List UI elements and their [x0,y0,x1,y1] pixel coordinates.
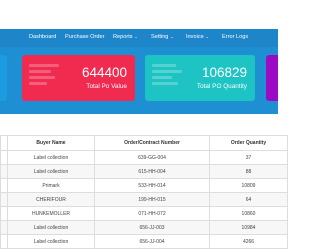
top-strip [0,0,278,29]
order-quantity-cell: 88 [209,164,288,179]
order-number-cell: 199-HH-015 [94,192,210,207]
orders-table: Buyer Name Order/Contract Number Order Q… [0,135,288,249]
buyer-name-cell: Label collection [7,150,95,165]
chevron-down-icon: ⌄ [205,34,209,39]
nav-dashboard[interactable]: Dashboard [29,34,56,40]
stat-card-partial-left [0,55,7,101]
order-quantity-cell: 10809 [209,178,288,193]
table-cell [0,192,8,207]
po-value-label: Total Po Value [86,83,127,90]
table-cell [0,164,8,179]
buyer-name-cell: HUNKEMOLLER [7,206,95,221]
column-header [0,135,8,151]
main-navbar: Dashboard Purchase Order Reports ⌄ Settin… [0,29,278,47]
chevron-down-icon: ⌄ [170,34,174,39]
column-header-order-number[interactable]: Order/Contract Number [94,135,210,151]
order-quantity-cell: 37 [209,150,288,165]
nav-invoice-label: Invoice [186,34,204,40]
stat-card-po-quantity: 106829 Total PO Quantity [145,55,255,101]
order-number-cell: 533-HH-014 [94,178,210,193]
order-number-cell: 615-HH-004 [94,164,210,179]
order-quantity-cell: 10860 [209,206,288,221]
buyer-name-cell: Label collection [7,234,95,249]
table-cell [0,206,8,221]
po-quantity-label: Total PO Quantity [196,83,247,90]
table-row[interactable]: Label collection 639-GG-004 37 [0,150,288,165]
buyer-name-cell: Label collection [7,220,95,235]
nav-reports[interactable]: Reports ⌄ [113,34,139,40]
nav-purchase-order[interactable]: Purchase Order [65,34,104,40]
column-header-order-quantity[interactable]: Order Quantity [209,135,288,151]
buyer-name-cell: Label collection [7,164,95,179]
order-number-cell: 639-GG-004 [94,150,210,165]
stat-card-partial-right [266,55,278,101]
nav-invoice[interactable]: Invoice ⌄ [186,34,210,40]
table-row[interactable]: Label collection 656-JJ-003 10984 [0,220,288,235]
po-quantity-number: 106829 [201,65,247,80]
nav-setting-label: Setting [151,34,169,40]
column-header-buyer-name[interactable]: Buyer Name [7,135,95,151]
table-cell [0,234,8,249]
table-cell [0,150,8,165]
order-quantity-cell: 64 [209,192,288,207]
table-row[interactable]: CHERIFOUR 199-HH-015 64 [0,192,288,207]
table-row[interactable]: Primark 533-HH-014 10809 [0,178,288,193]
buyer-name-cell: CHERIFOUR [7,192,95,207]
po-value-number: 644400 [81,65,127,80]
nav-setting[interactable]: Setting ⌄ [151,34,174,40]
table-cell [0,220,8,235]
stat-card-po-value: 644400 Total Po Value [22,55,135,101]
table-header-row: Buyer Name Order/Contract Number Order Q… [0,135,288,151]
table-row[interactable]: HUNKEMOLLER 071-HH-072 10860 [0,206,288,221]
orders-table-wrapper: Buyer Name Order/Contract Number Order Q… [0,135,288,249]
order-number-cell: 071-HH-072 [94,206,210,221]
chevron-down-icon: ⌄ [134,34,138,39]
order-number-cell: 656-JJ-004 [94,234,210,249]
order-quantity-cell: 10984 [209,220,288,235]
table-cell [0,178,8,193]
nav-reports-label: Reports [113,34,133,40]
table-row[interactable]: Label collection 656-JJ-004 4266 [0,234,288,249]
nav-error-logs[interactable]: Error Logs [222,34,248,40]
buyer-name-cell: Primark [7,178,95,193]
order-quantity-cell: 4266 [209,234,288,249]
table-row[interactable]: Label collection 615-HH-004 88 [0,164,288,179]
order-number-cell: 656-JJ-003 [94,220,210,235]
